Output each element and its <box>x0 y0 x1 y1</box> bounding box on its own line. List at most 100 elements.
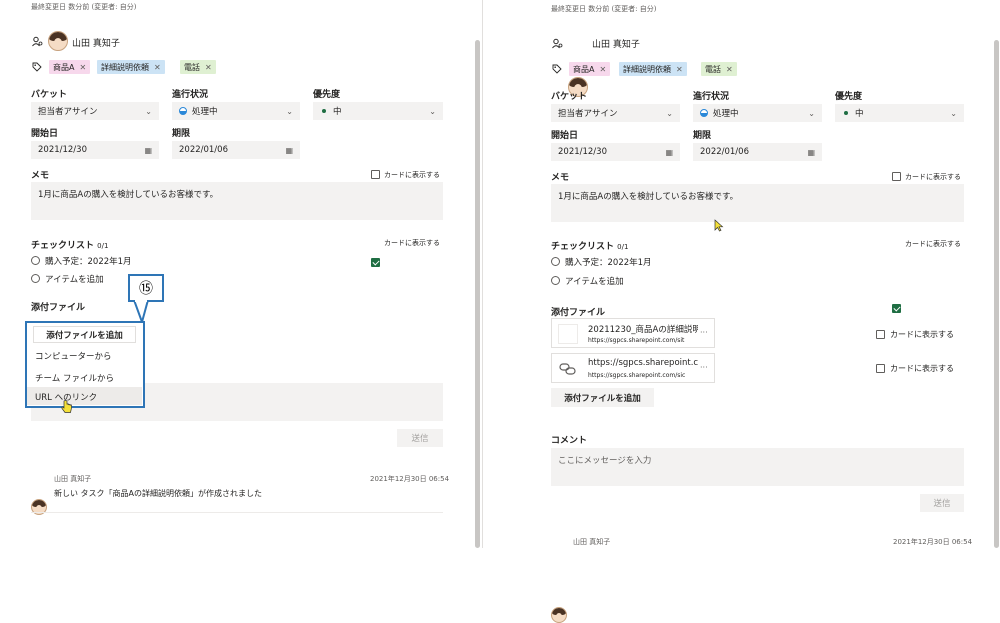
checklist-item-radio[interactable] <box>31 256 40 265</box>
attachment-show-on-card-checkbox[interactable] <box>876 330 885 339</box>
chevron-down-icon: ⌄ <box>286 106 293 116</box>
attachments-label: 添付ファイル <box>551 308 606 318</box>
left-scrollbar[interactable] <box>475 40 480 548</box>
label-chip-2[interactable]: 電話 ✕ <box>180 60 216 74</box>
label-chip-1[interactable]: 詳細説明依頼 ✕ <box>97 60 165 74</box>
add-attachment-button[interactable]: 添付ファイルを追加 <box>33 326 136 343</box>
bucket-select[interactable]: 担当者アサイン ⌄ <box>31 102 159 120</box>
start-date-value: 2021/12/30 <box>38 145 87 155</box>
label-chip-0[interactable]: 商品A ✕ <box>569 62 611 76</box>
notes-textarea[interactable]: 1月に商品Aの購入を検討しているお客様です。 <box>31 182 443 220</box>
checklist-show-on-card-checkbox[interactable] <box>892 304 901 313</box>
start-date-field[interactable]: 2021/12/30 ▦ <box>31 141 159 159</box>
label-text: 詳細説明依頼 <box>101 62 149 72</box>
remove-label-icon[interactable]: ✕ <box>79 63 86 72</box>
priority-label: 優先度 <box>835 92 863 102</box>
checklist-label: チェックリスト 0/1 <box>31 238 108 251</box>
assignee-avatar[interactable] <box>48 31 68 51</box>
progress-label: 進行状況 <box>172 90 209 100</box>
label-text: 電話 <box>705 64 721 74</box>
label-chip-1[interactable]: 詳細説明依頼 ✕ <box>619 62 687 76</box>
add-item-radio[interactable] <box>31 274 40 283</box>
add-checklist-item[interactable]: アイテムを追加 <box>45 273 104 285</box>
remove-label-icon[interactable]: ✕ <box>726 65 733 74</box>
checklist-show-on-card-checkbox[interactable] <box>371 258 380 267</box>
due-date-field[interactable]: 2022/01/06 ▦ <box>172 141 300 159</box>
priority-select[interactable]: 中 ⌄ <box>835 104 964 122</box>
send-button[interactable]: 送信 <box>920 494 964 512</box>
due-date-label: 期限 <box>693 131 712 141</box>
comment-textarea[interactable]: ここにメッセージを入力 <box>551 448 964 486</box>
chevron-down-icon: ⌄ <box>950 108 957 118</box>
show-on-card-label: カードに表示する <box>890 330 954 339</box>
tag-icon[interactable] <box>551 63 562 74</box>
bucket-label: バケット <box>31 90 68 100</box>
calendar-icon[interactable]: ▦ <box>807 148 815 157</box>
bucket-value: 担当者アサイン <box>558 109 618 119</box>
checklist-label: チェックリスト 0/1 <box>551 239 628 252</box>
attachment-show-on-card-checkbox[interactable] <box>876 364 885 373</box>
priority-select[interactable]: 中 ⌄ <box>313 102 443 120</box>
activity-text: 新しい タスク「商品Aの詳細説明依頼」が作成されました <box>54 489 263 498</box>
chevron-down-icon: ⌄ <box>666 108 673 118</box>
checklist-item[interactable]: 購入予定：2022年1月 <box>45 255 132 267</box>
label-chip-0[interactable]: 商品A ✕ <box>49 60 91 74</box>
checklist-item-radio[interactable] <box>551 257 560 266</box>
label-text: 商品A <box>53 62 75 72</box>
calendar-icon[interactable]: ▦ <box>665 148 673 157</box>
menu-item-from-computer[interactable]: コンピューターから <box>35 350 112 362</box>
activity-divider <box>31 512 443 513</box>
comment-placeholder: ここにメッセージを入力 <box>558 456 652 466</box>
add-attachment-button[interactable]: 添付ファイルを追加 <box>551 388 654 407</box>
more-options-icon[interactable]: ··· <box>700 328 708 337</box>
remove-label-icon[interactable]: ✕ <box>154 63 161 72</box>
right-scrollbar[interactable] <box>994 40 999 548</box>
more-options-icon[interactable]: ··· <box>700 363 708 372</box>
bucket-select[interactable]: 担当者アサイン ⌄ <box>551 104 680 122</box>
remove-label-icon[interactable]: ✕ <box>676 65 683 74</box>
checklist-count: 0/1 <box>617 243 629 251</box>
add-attachment-menu: 添付ファイルを追加 コンピューターから チーム ファイルから URL へのリンク <box>25 321 145 408</box>
attachment-card-0[interactable]: 20211230_商品Aの詳細説明 https://sgpcs.sharepoi… <box>551 318 715 348</box>
label-text: 商品A <box>573 64 595 74</box>
label-text: 電話 <box>184 62 200 72</box>
step-callout: ⑮ <box>128 274 164 302</box>
attachment-card-1[interactable]: https://sgpcs.sharepoint.co https://sgpc… <box>551 353 715 383</box>
assign-user-icon[interactable] <box>551 37 563 49</box>
add-checklist-item[interactable]: アイテムを追加 <box>565 275 624 287</box>
menu-item-url-link[interactable]: URL へのリンク <box>27 387 142 405</box>
label-text: 詳細説明依頼 <box>623 64 671 74</box>
tag-icon[interactable] <box>31 61 42 72</box>
notes-text: 1月に商品Aの購入を検討しているお客様です。 <box>558 192 739 202</box>
remove-label-icon[interactable]: ✕ <box>205 63 212 72</box>
link-icon <box>558 360 578 378</box>
notes-textarea[interactable]: 1月に商品Aの購入を検討しているお客様です。 <box>551 184 964 222</box>
remove-label-icon[interactable]: ✕ <box>599 65 606 74</box>
progress-select[interactable]: 処理中 ⌄ <box>693 104 822 122</box>
start-date-field[interactable]: 2021/12/30 ▦ <box>551 143 680 161</box>
due-date-field[interactable]: 2022/01/06 ▦ <box>693 143 822 161</box>
assign-user-icon[interactable] <box>31 35 43 47</box>
due-date-value: 2022/01/06 <box>700 147 749 157</box>
show-on-card-label: カードに表示する <box>905 173 961 181</box>
hand-cursor-icon <box>61 400 72 413</box>
send-button[interactable]: 送信 <box>397 429 443 447</box>
attachments-label: 添付ファイル <box>31 303 86 313</box>
progress-select[interactable]: 処理中 ⌄ <box>172 102 300 120</box>
notes-show-on-card-checkbox[interactable] <box>892 172 901 181</box>
progress-value: 処理中 <box>713 109 739 119</box>
calendar-icon[interactable]: ▦ <box>285 146 293 155</box>
notes-text: 1月に商品Aの購入を検討しているお客様です。 <box>38 190 219 200</box>
calendar-icon[interactable]: ▦ <box>144 146 152 155</box>
attachment-url: https://sgpcs.sharepoint.com/sit <box>588 337 685 344</box>
show-on-card-label: カードに表示する <box>384 239 440 247</box>
bucket-label: バケット <box>551 92 588 102</box>
label-chip-2[interactable]: 電話 ✕ <box>701 62 737 76</box>
priority-label: 優先度 <box>313 90 341 100</box>
add-item-radio[interactable] <box>551 276 560 285</box>
progress-value: 処理中 <box>192 107 218 117</box>
notes-show-on-card-checkbox[interactable] <box>371 170 380 179</box>
checklist-item[interactable]: 購入予定：2022年1月 <box>565 256 652 268</box>
menu-item-from-team-files[interactable]: チーム ファイルから <box>35 372 114 384</box>
show-on-card-label: カードに表示する <box>890 364 954 373</box>
